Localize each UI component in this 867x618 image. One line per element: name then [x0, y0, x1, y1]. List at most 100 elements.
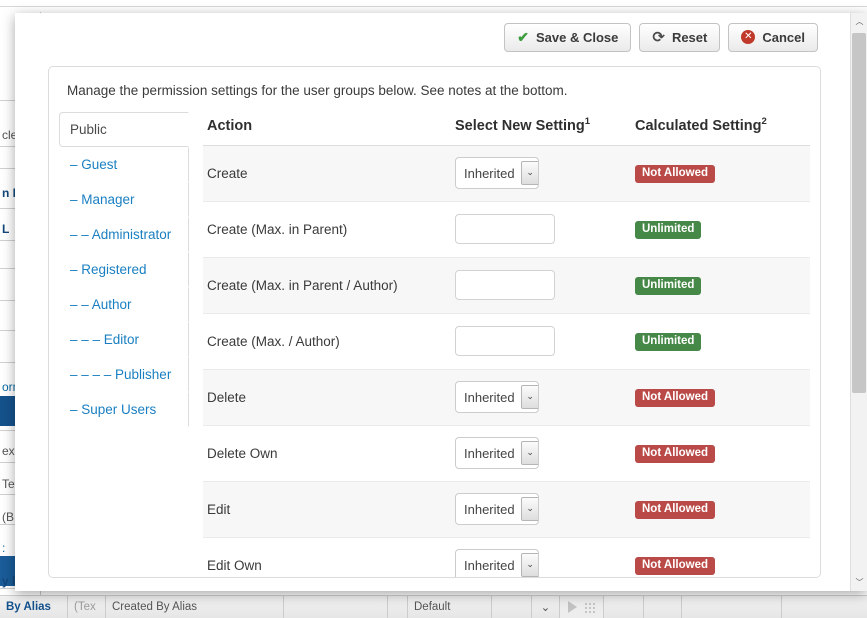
background-text-fragment: L: [2, 222, 10, 236]
user-group-tab-list: Public – Guest – Manager – – Administrator –…: [57, 112, 189, 577]
group-tab-author[interactable]: – – Author: [59, 287, 189, 322]
action-label: Create (Max. / Author): [203, 313, 451, 370]
background-status-cell: (Tex: [68, 596, 106, 618]
group-tab-publisher[interactable]: – – – – Publisher: [59, 357, 189, 392]
background-text-fragment: (B: [2, 510, 14, 524]
column-header-calculated-setting-label: Calculated Setting: [635, 117, 762, 134]
scrollbar-thumb[interactable]: [852, 33, 866, 393]
setting-number-input[interactable]: [455, 214, 555, 245]
setting-control-cell: [451, 313, 631, 370]
background-text-fragment: y l: [2, 574, 16, 588]
setting-select[interactable]: Inherited ⌄: [455, 157, 539, 190]
group-tab-manager[interactable]: – Manager: [59, 182, 189, 217]
status-badge: Unlimited: [635, 332, 702, 352]
chevron-down-icon: ⌄: [520, 497, 538, 522]
permissions-table-wrap: Action Select New Setting1 Calculated Se…: [189, 112, 820, 577]
action-label: Delete Own: [203, 425, 451, 482]
panel-body: Public – Guest – Manager – – Administrator –…: [49, 112, 820, 577]
scroll-up-button[interactable]: ︿: [851, 13, 867, 30]
background-status-row: By Alias (Tex Created By Alias Default ⌄: [0, 595, 867, 618]
background-status-cell: [644, 596, 682, 618]
status-badge: Not Allowed: [635, 500, 716, 520]
background-select-arrow-icon: ⌄: [532, 596, 560, 618]
calculated-setting-cell: Not Allowed: [631, 145, 810, 202]
chevron-right-icon: [568, 601, 577, 613]
cancel-button-label: Cancel: [762, 29, 805, 45]
calculated-setting-cell: Unlimited: [631, 313, 810, 370]
table-header-row: Action Select New Setting1 Calculated Se…: [203, 112, 810, 146]
setting-control-cell: Inherited ⌄: [451, 425, 631, 482]
column-header-select-new-setting-label: Select New Setting: [455, 117, 585, 134]
group-tab-super-users[interactable]: – Super Users: [59, 392, 189, 427]
footnote-marker-1: 1: [584, 116, 591, 127]
column-header-calculated-setting: Calculated Setting2: [631, 112, 810, 146]
permissions-table-head: Action Select New Setting1 Calculated Se…: [203, 112, 810, 146]
status-badge: Unlimited: [635, 220, 702, 240]
status-badge: Not Allowed: [635, 556, 716, 576]
setting-control-cell: Inherited ⌄: [451, 537, 631, 577]
background-status-cell: [604, 596, 644, 618]
chevron-down-icon: ⌄: [520, 441, 538, 466]
check-icon: ✔: [517, 29, 529, 45]
calculated-setting-cell: Not Allowed: [631, 369, 810, 426]
column-header-select-new-setting: Select New Setting1: [451, 112, 631, 146]
group-tab-guest[interactable]: – Guest: [59, 147, 189, 182]
permission-row: Delete Inherited ⌄ Not Allowed: [203, 369, 810, 426]
setting-select-value: Inherited: [464, 501, 515, 517]
group-tab-editor[interactable]: – – – Editor: [59, 322, 189, 357]
background-status-cell: [284, 596, 388, 618]
calculated-setting-cell: Not Allowed: [631, 481, 810, 538]
reset-button[interactable]: ⟳ Reset: [639, 22, 721, 52]
setting-control-cell: Inherited ⌄: [451, 369, 631, 426]
background-status-cell: By Alias: [0, 596, 68, 618]
setting-number-input[interactable]: [455, 270, 555, 301]
grip-icon: [584, 601, 595, 613]
permissions-modal: ✔ Save & Close ⟳ Reset ✕ Cancel Manage the pe…: [15, 13, 867, 591]
chevron-down-icon: ⌄: [520, 385, 538, 410]
background-text-fragment: :: [2, 541, 6, 555]
setting-select[interactable]: Inherited ⌄: [455, 493, 539, 526]
permission-row: Create (Max. / Author) Unlimited: [203, 313, 810, 370]
status-badge: Not Allowed: [635, 164, 716, 184]
chevron-down-icon: ⌄: [520, 161, 538, 186]
scroll-down-button[interactable]: ﹀: [851, 574, 867, 591]
setting-number-input[interactable]: [455, 326, 555, 357]
permission-row: Create (Max. in Parent) Unlimited: [203, 201, 810, 258]
background-text-fragment: ex: [2, 444, 15, 458]
action-label: Create (Max. in Parent): [203, 201, 451, 258]
modal-scrollbar[interactable]: ︿ ﹀: [850, 13, 867, 591]
setting-select[interactable]: Inherited ⌄: [455, 437, 539, 470]
calculated-setting-cell: Unlimited: [631, 201, 810, 258]
chevron-down-icon: ⌄: [520, 553, 538, 577]
permission-row: Edit Inherited ⌄ Not Allowed: [203, 481, 810, 538]
status-badge: Not Allowed: [635, 388, 716, 408]
action-label: Edit Own: [203, 537, 451, 577]
permission-row: Edit Own Inherited ⌄ Not Allowed: [203, 537, 810, 577]
calculated-setting-cell: Not Allowed: [631, 425, 810, 482]
background-top-rule: [0, 6, 867, 7]
background-status-cell: Created By Alias: [106, 596, 284, 618]
setting-select-value: Inherited: [464, 165, 515, 181]
column-header-action: Action: [203, 112, 451, 146]
action-label: Create: [203, 145, 451, 202]
setting-select[interactable]: Inherited ⌄: [455, 549, 539, 577]
setting-select[interactable]: Inherited ⌄: [455, 381, 539, 414]
modal-toolbar: ✔ Save & Close ⟳ Reset ✕ Cancel: [15, 13, 830, 61]
background-status-cell: Default: [408, 596, 492, 618]
setting-control-cell: Inherited ⌄: [451, 481, 631, 538]
save-and-close-button-label: Save & Close: [535, 29, 619, 45]
panel-description: Manage the permission settings for the u…: [67, 83, 568, 98]
setting-select-value: Inherited: [464, 445, 515, 461]
action-label: Create (Max. in Parent / Author): [203, 257, 451, 314]
group-tab-administrator[interactable]: – – Administrator: [59, 217, 189, 252]
background-status-cell: [682, 596, 782, 618]
footnote-marker-2: 2: [761, 116, 767, 127]
background-pagination-control: [560, 596, 604, 618]
permissions-table: Action Select New Setting1 Calculated Se…: [203, 112, 810, 577]
group-tab-registered[interactable]: – Registered: [59, 252, 189, 287]
save-and-close-button[interactable]: ✔ Save & Close: [504, 22, 632, 52]
status-badge: Not Allowed: [635, 444, 716, 464]
permissions-panel: Manage the permission settings for the u…: [48, 66, 821, 578]
calculated-setting-cell: Unlimited: [631, 257, 810, 314]
cancel-button[interactable]: ✕ Cancel: [728, 22, 818, 52]
